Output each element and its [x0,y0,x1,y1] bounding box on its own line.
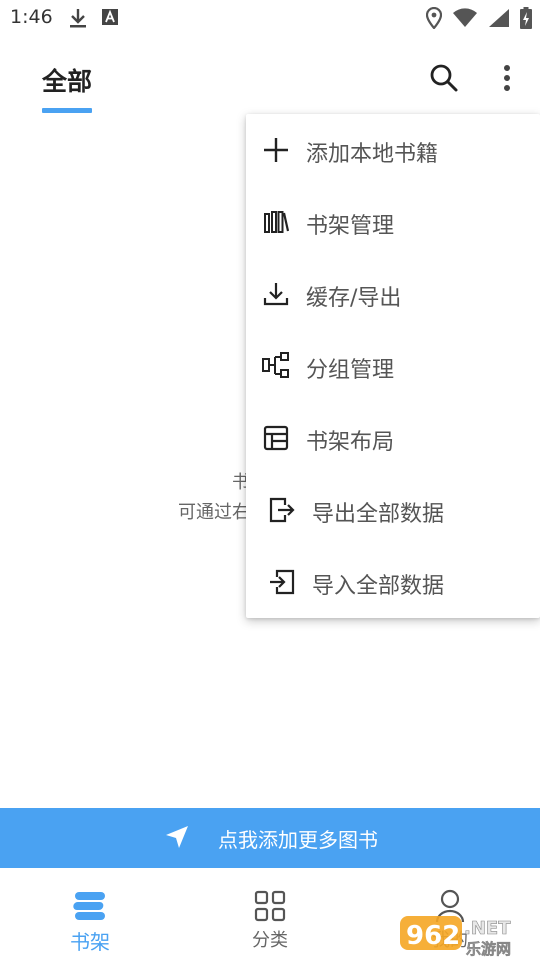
signal-icon [488,8,510,32]
menu-item-label: 书架布局 [306,430,395,455]
banner-label: 点我添加更多图书 [218,828,378,852]
menu-item-label: 导出全部数据 [312,502,445,527]
screen: 1:46 全部 添加本地书籍 书架管理 缓存/导出 分组管理 书架布局 导出全部… [0,0,540,960]
nav-label: 书架 [70,930,110,954]
download-icon [68,7,88,33]
location-icon [425,6,443,33]
menu-item-label: 分组管理 [306,358,395,383]
import-icon [266,568,298,596]
menu-item-group-manage[interactable]: 分组管理 [246,330,540,402]
svg-text:.NET: .NET [464,918,511,939]
wifi-icon [452,8,478,32]
search-button[interactable] [424,60,464,100]
group-tree-icon [260,352,292,380]
overflow-menu: 添加本地书籍 书架管理 缓存/导出 分组管理 书架布局 导出全部数据 导入全部数… [246,114,540,618]
search-icon [429,63,459,97]
export-icon [266,496,298,524]
bookshelf-icon [70,888,110,924]
a-text-icon [100,7,120,33]
status-time: 1:46 [10,6,53,28]
menu-item-label: 缓存/导出 [306,286,402,311]
books-icon [260,208,292,236]
menu-item-import-all-data[interactable]: 导入全部数据 [246,546,540,618]
menu-item-cache-export[interactable]: 缓存/导出 [246,258,540,330]
menu-item-label: 添加本地书籍 [306,142,439,167]
status-left-icons [68,7,120,33]
menu-item-export-all-data[interactable]: 导出全部数据 [246,474,540,546]
tab-active-indicator [42,108,92,113]
nav-item-category[interactable]: 分类 [180,868,360,960]
menu-item-bookshelf-layout[interactable]: 书架布局 [246,402,540,474]
menu-item-label: 书架管理 [306,214,395,239]
more-options-button[interactable] [490,60,524,100]
site-watermark-logo: 962 .NET 乐游网 [398,910,538,958]
menu-item-label: 导入全部数据 [312,574,445,599]
plus-icon [260,136,292,164]
grid-icon [250,888,290,924]
tab-all[interactable]: 全部 [42,62,92,98]
nav-label: 分类 [252,930,288,951]
menu-item-add-local-books[interactable]: 添加本地书籍 [246,114,540,186]
layout-icon [260,424,292,452]
svg-text:乐游网: 乐游网 [466,940,511,958]
more-vertical-icon [503,64,511,96]
nav-item-bookshelf[interactable]: 书架 [0,868,180,960]
svg-text:962: 962 [406,921,460,951]
status-right-icons [425,6,532,33]
battery-charging-icon [520,7,532,33]
add-more-books-banner[interactable]: 点我添加更多图书 [0,808,540,868]
download-tray-icon [260,280,292,308]
status-bar: 1:46 [0,0,540,36]
send-arrow-icon [164,824,190,850]
menu-item-bookshelf-manage[interactable]: 书架管理 [246,186,540,258]
